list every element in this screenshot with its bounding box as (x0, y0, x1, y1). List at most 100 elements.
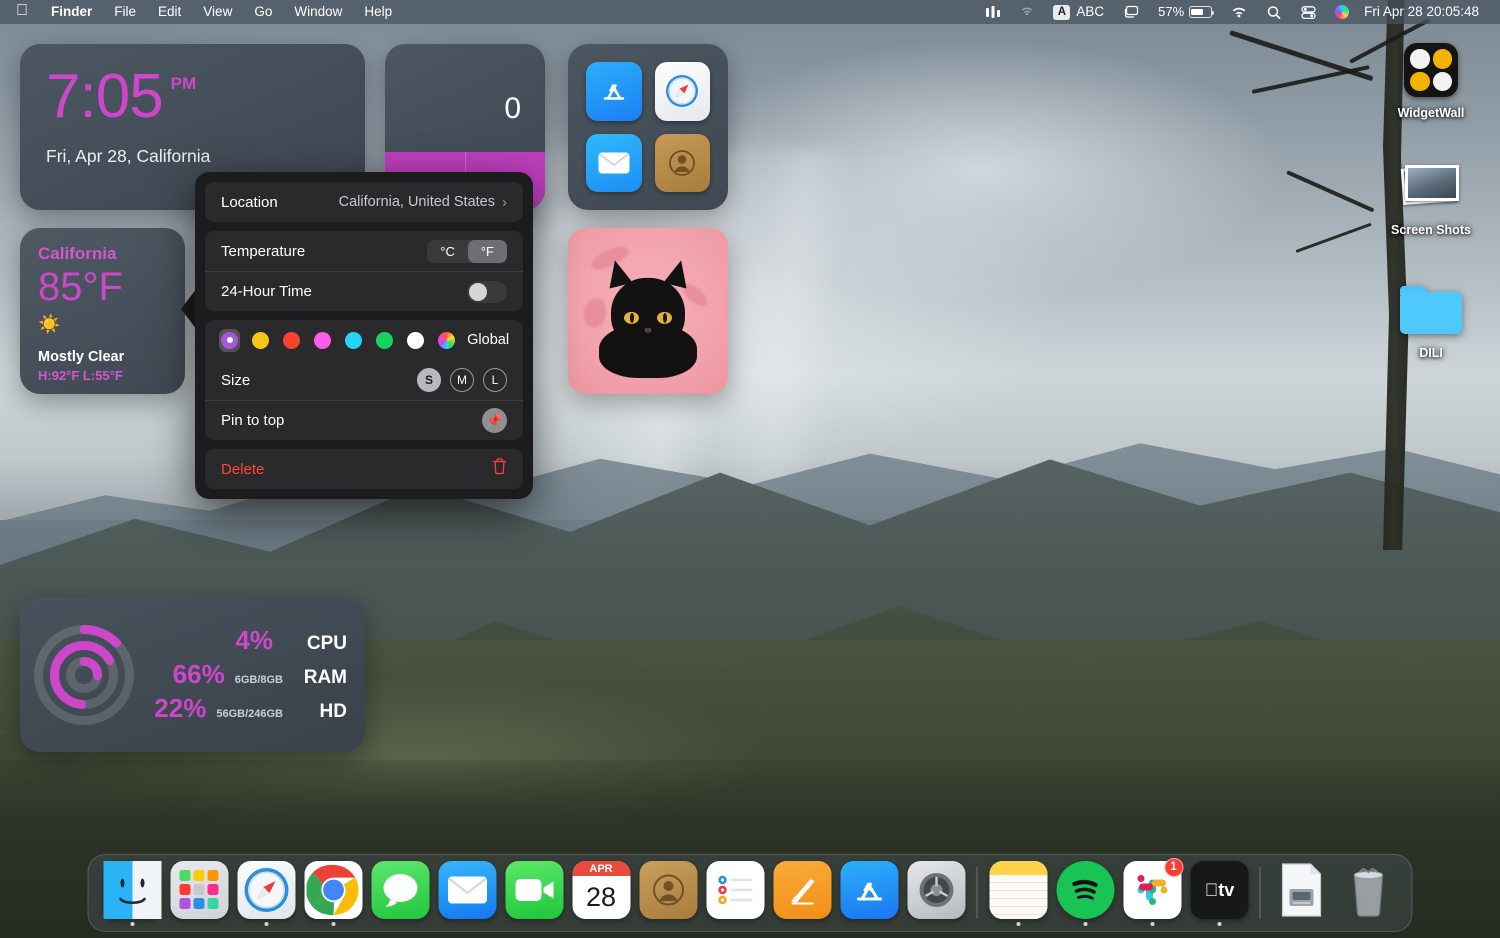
global-color-label[interactable]: Global (467, 332, 509, 348)
temperature-unit-celsius[interactable]: °C (427, 240, 468, 263)
weather-widget[interactable]: California 85°F ☀️ Mostly Clear H:92°F L… (20, 228, 185, 394)
twentyfour-hour-toggle[interactable] (467, 281, 507, 303)
safari-icon (237, 861, 295, 919)
menu-item-finder[interactable]: Finder (40, 0, 103, 24)
dock-item-trash[interactable] (1335, 861, 1402, 926)
size-option-small[interactable]: S (417, 368, 441, 392)
dock-item-reminders[interactable] (702, 861, 769, 926)
size-option-large[interactable]: L (483, 368, 507, 392)
dock-item-notes[interactable] (985, 861, 1052, 926)
app-store-icon (840, 861, 898, 919)
app-shortcuts-widget[interactable] (568, 44, 728, 210)
menu-item-file[interactable]: File (103, 0, 147, 24)
dock-item-system-preferences[interactable] (903, 861, 970, 926)
dock-item-facetime[interactable] (501, 861, 568, 926)
context-menu-size-row[interactable]: Size S M L (205, 360, 523, 400)
menu-bar:  Finder File Edit View Go Window Help A… (0, 0, 1500, 24)
dock-item-chrome[interactable] (300, 861, 367, 926)
weather-high-low: H:92°F L:55°F (38, 368, 167, 383)
menu-item-view[interactable]: View (192, 0, 243, 24)
mail-icon[interactable] (586, 134, 642, 193)
menu-item-go[interactable]: Go (243, 0, 283, 24)
color-swatch-red[interactable] (281, 329, 302, 352)
temperature-unit-segmented-control[interactable]: °C °F (427, 240, 507, 263)
dock-item-downloads[interactable] (1268, 861, 1335, 926)
dock-item-mail[interactable] (434, 861, 501, 926)
battery-icon (1189, 6, 1212, 18)
context-menu-pin-row[interactable]: Pin to top 📌 (205, 400, 523, 440)
apple-tv-icon: tv (1190, 861, 1248, 919)
color-swatch-cyan[interactable] (343, 329, 364, 352)
hd-label: HD (293, 701, 347, 723)
desktop-icon-dili[interactable]: DILI (1376, 278, 1486, 360)
cpu-percent: 4% (235, 625, 273, 656)
reminders-icon (706, 861, 764, 919)
search-icon[interactable] (1257, 5, 1291, 20)
dock-item-spotify[interactable] (1052, 861, 1119, 926)
system-stats-widget[interactable]: 4% CPU 66% 6GB/8GB RAM 22% 56GB/246GB HD (20, 597, 365, 752)
dock-separator (1260, 867, 1261, 919)
input-source-indicator[interactable]: A ABC (1044, 0, 1113, 24)
running-indicator (934, 922, 938, 926)
menu-item-window[interactable]: Window (283, 0, 353, 24)
size-option-medium[interactable]: M (450, 368, 474, 392)
pin-to-top-label: Pin to top (221, 412, 284, 429)
running-indicator (1366, 922, 1370, 926)
desktop-icon-screenshots[interactable]: Screen Shots (1376, 155, 1486, 237)
battery-status[interactable]: 57% (1149, 0, 1221, 24)
menu-bar-clock[interactable]: Fri Apr 28 20:05:48 (1358, 0, 1488, 24)
dock-item-pages[interactable] (769, 861, 836, 926)
menu-item-help[interactable]: Help (353, 0, 403, 24)
dock-item-apple-tv[interactable]: tv (1186, 861, 1253, 926)
running-indicator (666, 922, 670, 926)
context-menu-group-location: Location California, United States › (205, 182, 523, 222)
siri-icon[interactable] (1326, 5, 1358, 19)
dock-item-app-store[interactable] (836, 861, 903, 926)
size-options: S M L (417, 368, 507, 392)
svg-text:tv: tv (1204, 880, 1234, 900)
app-store-icon[interactable] (586, 62, 642, 121)
context-menu-delete-row[interactable]: Delete (205, 449, 523, 489)
ram-label: RAM (293, 667, 347, 689)
safari-icon[interactable] (655, 62, 711, 121)
control-center-icon[interactable] (1291, 5, 1326, 20)
pushpin-icon[interactable]: 📌 (482, 408, 507, 433)
dock-item-contacts[interactable] (635, 861, 702, 926)
context-menu-location-row[interactable]: Location California, United States › (205, 182, 523, 222)
color-swatch-purple[interactable] (219, 329, 240, 352)
running-indicator (1299, 922, 1303, 926)
ram-percent: 66% (173, 659, 225, 690)
temperature-unit-fahrenheit[interactable]: °F (468, 240, 507, 263)
wifi-icon[interactable] (1221, 5, 1257, 19)
dock-item-calendar[interactable]: APR 28 (568, 861, 635, 926)
screen-mirroring-icon[interactable] (1113, 5, 1149, 19)
trash-icon[interactable] (492, 458, 507, 480)
color-swatch-yellow[interactable] (250, 329, 271, 352)
running-indicator (264, 922, 268, 926)
color-swatch-green[interactable] (374, 329, 395, 352)
apple-menu-icon[interactable]:  (12, 2, 40, 23)
dock-separator (977, 867, 978, 919)
launchpad-icon (170, 861, 228, 919)
black-cat-photo (568, 228, 728, 394)
running-indicator (331, 922, 335, 926)
dock-item-messages[interactable] (367, 861, 434, 926)
menu-item-edit[interactable]: Edit (147, 0, 192, 24)
color-swatch-white[interactable] (405, 329, 426, 352)
system-stats-inner: 4% CPU 66% 6GB/8GB RAM 22% 56GB/246GB HD (20, 597, 365, 752)
bar-chart-icon[interactable] (976, 5, 1010, 19)
dock-item-launchpad[interactable] (166, 861, 233, 926)
color-swatch-pink[interactable] (312, 329, 333, 352)
desktop-icon-widgetwall[interactable]: WidgetWall (1376, 38, 1486, 120)
dock-item-safari[interactable] (233, 861, 300, 926)
dock-item-finder[interactable] (99, 861, 166, 926)
color-swatch-rainbow[interactable] (436, 329, 457, 352)
contacts-icon[interactable] (655, 134, 711, 193)
context-menu-24hour-row[interactable]: 24-Hour Time (205, 271, 523, 311)
dock-item-slack[interactable]: 1 (1119, 861, 1186, 926)
context-menu-temperature-row[interactable]: Temperature °C °F (205, 231, 523, 271)
photo-widget[interactable] (568, 228, 728, 394)
chrome-icon (304, 861, 362, 919)
airplay-icon[interactable] (1010, 5, 1044, 19)
running-indicator (398, 922, 402, 926)
